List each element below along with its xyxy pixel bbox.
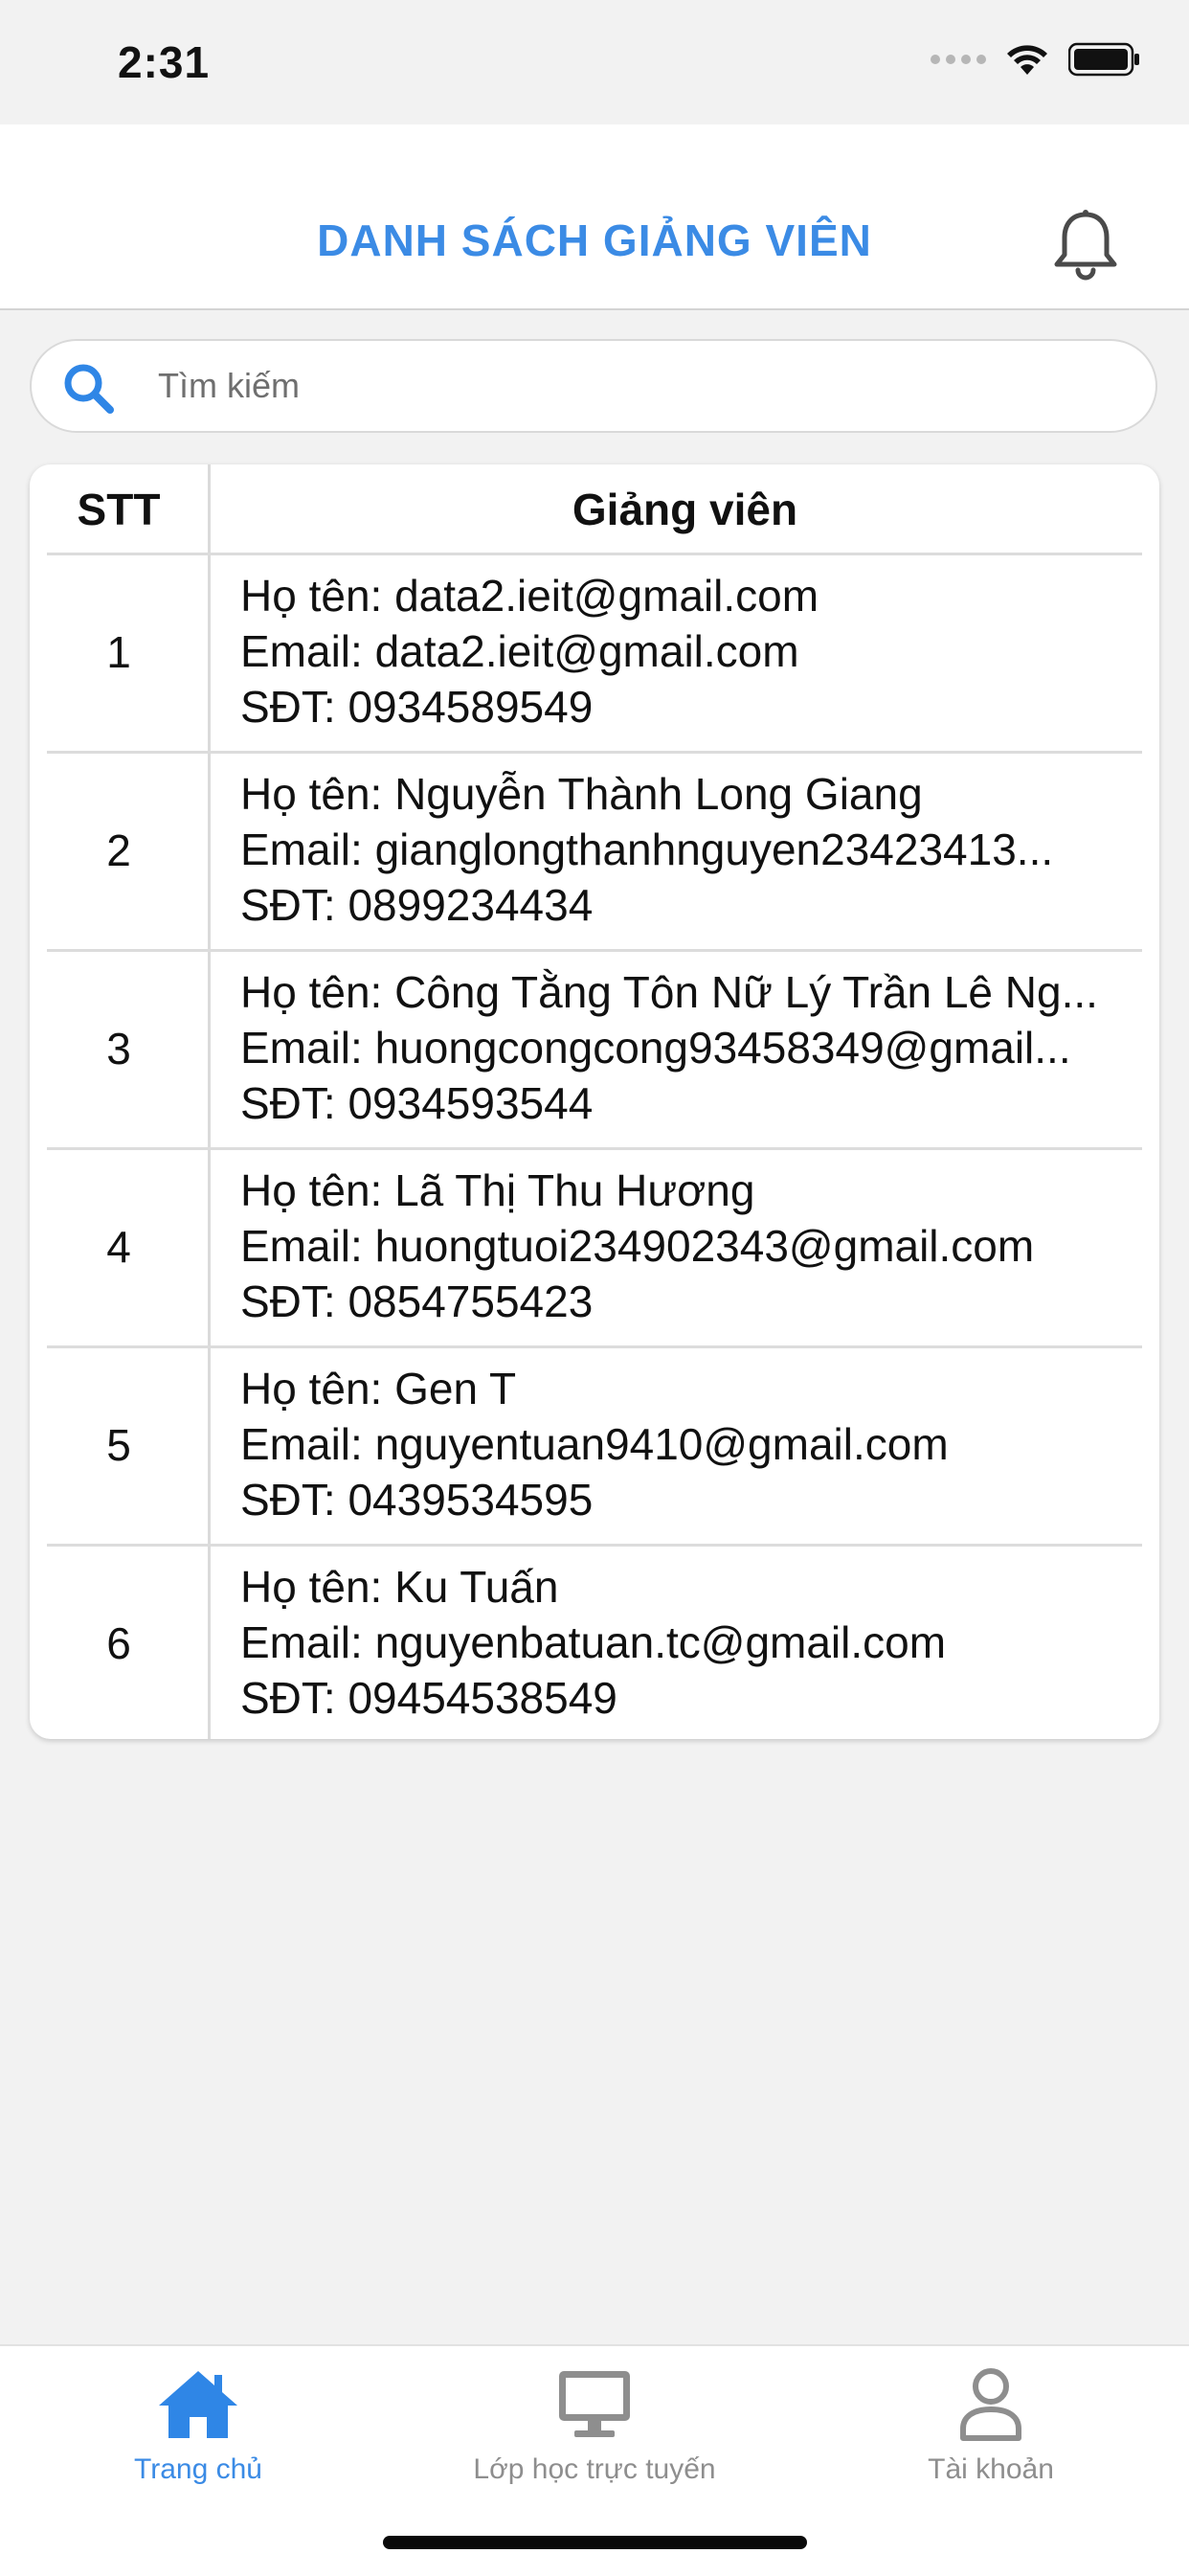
lecturer-phone: SĐT: 0934589549 — [240, 682, 594, 732]
tab-label: Lớp học trực tuyến — [473, 2453, 716, 2485]
table-row[interactable]: 5 Họ tên: Gen T Email: nguyentuan9410@gm… — [30, 1345, 1159, 1544]
row-divider — [47, 553, 1142, 555]
column-header-lecturer: Giảng viên — [572, 485, 798, 534]
search-icon — [64, 364, 114, 414]
row-index: 5 — [106, 1419, 131, 1470]
home-icon — [159, 2371, 237, 2438]
lecturer-email: Email: nguyentuan9410@gmail.com — [240, 1419, 949, 1469]
battery-icon — [1068, 42, 1139, 77]
lecturer-phone: SĐT: 09454538549 — [240, 1673, 617, 1723]
table-header: STT Giảng viên — [30, 464, 1159, 553]
lecturer-phone: SĐT: 0899234434 — [240, 880, 594, 930]
tab-online-class[interactable]: Lớp học trực tuyến — [396, 2365, 793, 2509]
tab-label: Tài khoản — [928, 2453, 1054, 2485]
row-index: 3 — [106, 1023, 131, 1073]
lecturer-info: Họ tên: Lã Thị Thu Hương Email: huongtuo… — [240, 1163, 1131, 1329]
search-input[interactable] — [158, 352, 1115, 419]
lecturer-phone: SĐT: 0439534595 — [240, 1475, 594, 1525]
lecturer-name: Họ tên: Công Tằng Tôn Nữ Lý Trần Lê Ng..… — [240, 967, 1098, 1017]
row-divider — [47, 1147, 1142, 1150]
header: DANH SÁCH GIẢNG VIÊN — [0, 124, 1189, 310]
row-index: 1 — [106, 626, 131, 677]
lecturer-phone: SĐT: 0934593544 — [240, 1078, 594, 1128]
table-row[interactable]: 1 Họ tên: data2.ieit@gmail.com Email: da… — [30, 553, 1159, 751]
table-row[interactable]: 6 Họ tên: Ku Tuấn Email: nguyenbatuan.tc… — [30, 1544, 1159, 1739]
row-index: 2 — [106, 825, 131, 875]
status-bar: 2:31 — [0, 0, 1189, 124]
lecturer-info: Họ tên: Công Tằng Tôn Nữ Lý Trần Lê Ng..… — [240, 964, 1131, 1131]
lecturer-name: Họ tên: Gen T — [240, 1364, 517, 1413]
table-row[interactable]: 3 Họ tên: Công Tằng Tôn Nữ Lý Trần Lê Ng… — [30, 949, 1159, 1147]
lecturer-email: Email: data2.ieit@gmail.com — [240, 626, 799, 676]
lecturer-info: Họ tên: Nguyễn Thành Long Giang Email: g… — [240, 766, 1131, 933]
row-divider — [47, 751, 1142, 754]
tab-home[interactable]: Trang chủ — [0, 2365, 396, 2509]
lecturer-email: Email: nguyenbatuan.tc@gmail.com — [240, 1617, 947, 1667]
lecturer-name: Họ tên: Lã Thị Thu Hương — [240, 1165, 755, 1215]
lecturer-name: Họ tên: Nguyễn Thành Long Giang — [240, 769, 923, 819]
table-row[interactable]: 4 Họ tên: Lã Thị Thu Hương Email: huongt… — [30, 1147, 1159, 1345]
tab-label: Trang chủ — [134, 2453, 262, 2485]
status-time: 2:31 — [118, 37, 211, 87]
row-divider — [47, 1544, 1142, 1547]
home-indicator[interactable] — [383, 2536, 807, 2549]
lecturer-email: Email: huongtuoi234902343@gmail.com — [240, 1221, 1035, 1271]
lecturer-name: Họ tên: data2.ieit@gmail.com — [240, 571, 819, 621]
lecturer-info: Họ tên: Ku Tuấn Email: nguyenbatuan.tc@g… — [240, 1559, 1131, 1726]
page-title: DANH SÁCH GIẢNG VIÊN — [317, 215, 872, 265]
lecturer-info: Họ tên: Gen T Email: nguyentuan9410@gmai… — [240, 1361, 1131, 1527]
user-icon — [960, 2368, 1021, 2441]
lecturer-email: Email: gianglongthanhnguyen23423413... — [240, 825, 1054, 874]
bell-icon[interactable] — [1051, 207, 1120, 283]
column-header-stt: STT — [77, 485, 161, 534]
row-divider — [47, 1345, 1142, 1348]
status-indicators — [931, 42, 1141, 77]
search-bar[interactable] — [30, 339, 1157, 433]
lecturer-info: Họ tên: data2.ieit@gmail.com Email: data… — [240, 568, 1131, 734]
lecturer-table: STT Giảng viên 1 Họ tên: data2.ieit@gmai… — [30, 464, 1159, 1739]
lecturer-email: Email: huongcongcong93458349@gmail... — [240, 1023, 1071, 1073]
monitor-icon — [559, 2371, 630, 2437]
tab-account[interactable]: Tài khoản — [793, 2365, 1189, 2509]
lecturer-phone: SĐT: 0854755423 — [240, 1277, 594, 1326]
row-index: 4 — [106, 1221, 131, 1272]
row-index: 6 — [106, 1617, 131, 1668]
wifi-icon — [1007, 45, 1047, 75]
row-divider — [47, 949, 1142, 952]
lecturer-name: Họ tên: Ku Tuấn — [240, 1562, 559, 1612]
table-row[interactable]: 2 Họ tên: Nguyễn Thành Long Giang Email:… — [30, 751, 1159, 949]
signal-icon — [931, 55, 986, 64]
